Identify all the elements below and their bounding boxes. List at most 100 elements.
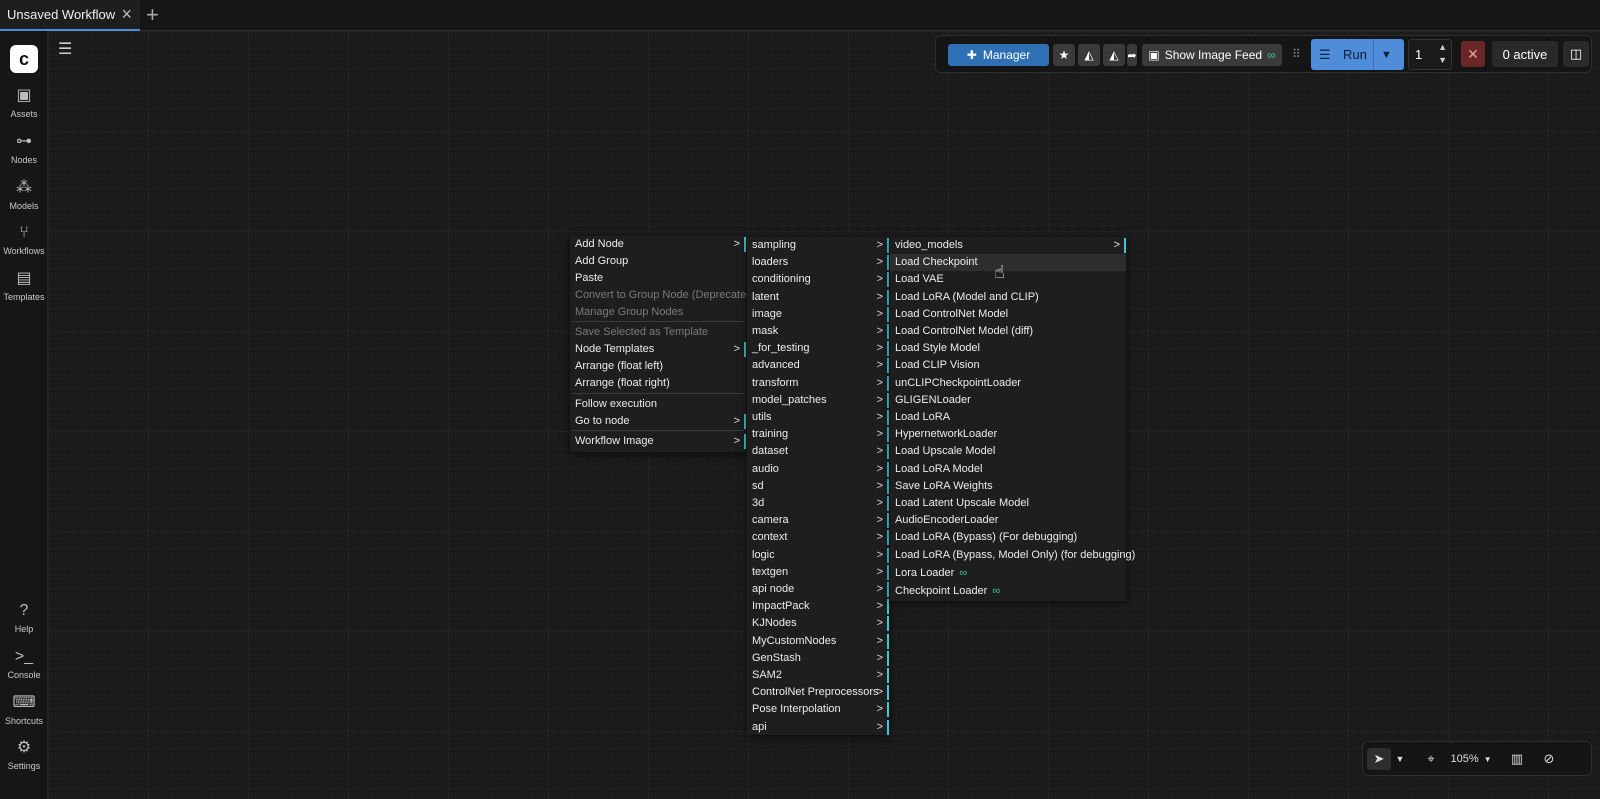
link-icon: ∞: [1267, 48, 1276, 62]
category-item[interactable]: utils >: [747, 409, 889, 426]
sidebar-item-settings[interactable]: ⚙ Settings: [0, 738, 48, 771]
category-item[interactable]: camera >: [747, 512, 889, 529]
menu-item[interactable]: Arrange (float left): [570, 358, 746, 375]
menu-item[interactable]: Workflow Image >: [570, 433, 746, 450]
menu-item[interactable]: Follow execution: [570, 396, 746, 413]
category-item[interactable]: ImpactPack >: [747, 598, 889, 615]
menu-item[interactable]: Go to node >: [570, 413, 746, 430]
sidebar-item-console[interactable]: >_ Console: [0, 647, 48, 680]
loader-item[interactable]: video_models >: [890, 237, 1126, 254]
toggle-panel-button[interactable]: ◫: [1563, 41, 1589, 67]
run-button[interactable]: ☰ Run ▼: [1311, 39, 1404, 70]
loader-item[interactable]: Load Style Model: [890, 340, 1126, 357]
zoom-level-button[interactable]: 105% ▼: [1449, 748, 1493, 770]
loader-item[interactable]: Load Checkpoint: [890, 254, 1126, 272]
loader-item[interactable]: AudioEncoderLoader: [890, 512, 1126, 529]
batch-count-value[interactable]: 1: [1415, 47, 1422, 62]
category-item[interactable]: training >: [747, 426, 889, 443]
category-item[interactable]: ControlNet Preprocessors >: [747, 684, 889, 701]
menu-item[interactable]: Arrange (float right): [570, 375, 746, 392]
submenu-arrow-icon: >: [733, 435, 740, 447]
menu-icon[interactable]: ☰: [58, 39, 72, 59]
app-logo[interactable]: c: [10, 45, 38, 73]
loader-item[interactable]: GLIGENLoader: [890, 392, 1126, 409]
sidebar-item-workflows[interactable]: ⑂ Workflows: [0, 223, 48, 256]
sidebar-item-assets[interactable]: ▣ Assets: [0, 86, 48, 119]
category-item[interactable]: sd >: [747, 478, 889, 495]
loader-item[interactable]: Save LoRA Weights: [890, 478, 1126, 495]
category-item[interactable]: Pose Interpolation >: [747, 701, 889, 718]
sidebar-item-help[interactable]: ? Help: [0, 601, 48, 634]
menu-item[interactable]: Add Group: [570, 253, 746, 270]
category-item[interactable]: loaders >: [747, 254, 889, 271]
icon-button-1[interactable]: ◭: [1078, 44, 1100, 66]
category-item[interactable]: mask >: [747, 323, 889, 340]
star-button[interactable]: ★: [1053, 44, 1075, 66]
loader-item[interactable]: Load LoRA Model: [890, 461, 1126, 478]
icon-button-2[interactable]: ◭: [1103, 44, 1125, 66]
active-queue-button[interactable]: 0 active: [1492, 41, 1558, 67]
category-item[interactable]: context >: [747, 529, 889, 546]
category-item[interactable]: api node >: [747, 581, 889, 598]
loader-item[interactable]: Load Latent Upscale Model: [890, 495, 1126, 512]
menu-item[interactable]: Paste: [570, 270, 746, 287]
manager-button[interactable]: ✚ Manager: [948, 44, 1049, 66]
loader-item[interactable]: Lora Loader ∞: [890, 565, 1126, 582]
chevron-up-icon[interactable]: ▲: [1438, 42, 1447, 52]
category-item[interactable]: GenStash >: [747, 650, 889, 667]
loader-item[interactable]: Checkpoint Loader ∞: [890, 583, 1126, 600]
category-item[interactable]: SAM2 >: [747, 667, 889, 684]
menu-item[interactable]: Add Node >: [570, 236, 746, 253]
loader-item[interactable]: Load VAE: [890, 271, 1126, 288]
category-item[interactable]: audio >: [747, 461, 889, 478]
loader-item[interactable]: Load Upscale Model: [890, 443, 1126, 460]
fit-view-button[interactable]: ⌖: [1421, 748, 1441, 770]
sidebar-item-shortcuts[interactable]: ⌨ Shortcuts: [0, 693, 48, 726]
category-item[interactable]: sampling >: [747, 237, 889, 254]
loader-item-label: AudioEncoderLoader: [895, 514, 999, 527]
category-item[interactable]: conditioning >: [747, 271, 889, 288]
category-item[interactable]: model_patches >: [747, 392, 889, 409]
category-item[interactable]: KJNodes >: [747, 615, 889, 632]
chevron-down-icon[interactable]: ▼: [1438, 55, 1447, 65]
drag-handle-icon[interactable]: ⠿: [1292, 47, 1301, 61]
loader-item[interactable]: Load ControlNet Model (diff): [890, 323, 1126, 340]
category-item[interactable]: latent >: [747, 289, 889, 306]
run-divider: [1373, 39, 1374, 70]
show-image-feed-button[interactable]: ▣ Show Image Feed ∞: [1142, 44, 1282, 66]
sidebar-item-nodes[interactable]: ⊶ Nodes: [0, 132, 48, 165]
sidebar-item-templates[interactable]: ▤ Templates: [0, 269, 48, 302]
share-button[interactable]: ➦: [1127, 44, 1137, 66]
chevron-down-icon[interactable]: ▼: [1381, 49, 1392, 61]
tab-unsaved-workflow[interactable]: Unsaved Workflow ×: [0, 0, 140, 31]
category-item[interactable]: 3d >: [747, 495, 889, 512]
category-item[interactable]: transform >: [747, 375, 889, 392]
loader-item[interactable]: Load LoRA (Model and CLIP): [890, 289, 1126, 306]
loader-item[interactable]: HypernetworkLoader: [890, 426, 1126, 443]
category-item[interactable]: advanced >: [747, 357, 889, 374]
loader-item[interactable]: Load LoRA: [890, 409, 1126, 426]
category-item[interactable]: dataset >: [747, 443, 889, 460]
category-item[interactable]: _for_testing >: [747, 340, 889, 357]
category-item[interactable]: image >: [747, 306, 889, 323]
loader-item[interactable]: unCLIPCheckpointLoader: [890, 375, 1126, 392]
menu-item[interactable]: Node Templates >: [570, 341, 746, 358]
mode-chevron-button[interactable]: ▼: [1393, 748, 1407, 770]
loader-item[interactable]: Load LoRA (Bypass) (For debugging): [890, 529, 1126, 546]
loader-item[interactable]: Load LoRA (Bypass, Model Only) (for debu…: [890, 547, 1135, 564]
link-visibility-button[interactable]: ⊘: [1539, 748, 1559, 770]
loader-item[interactable]: Load CLIP Vision: [890, 357, 1126, 374]
sidebar-item-models[interactable]: ⁂ Models: [0, 178, 48, 211]
add-tab-icon[interactable]: +: [146, 3, 159, 27]
help-icon: ?: [19, 602, 29, 619]
category-item[interactable]: MyCustomNodes >: [747, 633, 889, 650]
category-item[interactable]: api >: [747, 719, 889, 736]
category-item[interactable]: logic >: [747, 547, 889, 564]
category-item[interactable]: textgen >: [747, 564, 889, 581]
close-icon[interactable]: ×: [121, 5, 132, 23]
loader-item[interactable]: Load ControlNet Model: [890, 306, 1126, 323]
minimap-button[interactable]: ▥: [1507, 748, 1527, 770]
cancel-run-button[interactable]: ✕: [1461, 41, 1485, 67]
batch-count-stepper[interactable]: 1 ▲ ▼: [1408, 39, 1452, 70]
select-mode-button[interactable]: ➤: [1367, 748, 1391, 770]
